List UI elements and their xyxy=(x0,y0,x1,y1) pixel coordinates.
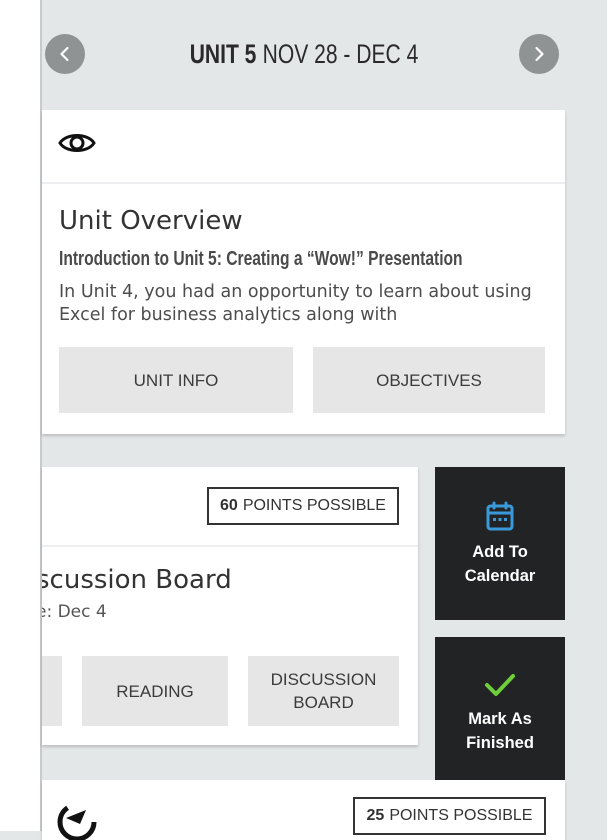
mark-as-finished-button[interactable]: Mark As Finished xyxy=(435,637,565,789)
card-divider xyxy=(42,545,418,547)
add-to-calendar-button[interactable]: Add To Calendar xyxy=(435,467,565,620)
reading-button[interactable]: READING xyxy=(82,656,228,726)
activity-icon xyxy=(57,802,97,840)
discussion-board-button[interactable]: DISCUSSION BOARD xyxy=(248,656,399,726)
points-label: POINTS POSSIBLE xyxy=(242,497,386,514)
next-activity-card: 25 POINTS POSSIBLE xyxy=(42,780,565,840)
unit-header: UNIT 5 NOV 28 - DEC 4 xyxy=(184,34,424,74)
points-value: 25 xyxy=(366,807,385,824)
overflow-button[interactable] xyxy=(42,656,62,726)
objectives-button[interactable]: OBJECTIVES xyxy=(313,347,545,413)
calendar-icon xyxy=(486,501,514,530)
eye-icon xyxy=(58,134,96,152)
mark-as-finished-label: Mark As Finished xyxy=(466,710,534,752)
points-badge: 60 POINTS POSSIBLE xyxy=(207,487,399,525)
discussion-board-card: 60 POINTS POSSIBLE scussion Board e: Dec… xyxy=(42,467,418,745)
overview-description: In Unit 4, you had an opportunity to lea… xyxy=(59,282,532,325)
chevron-right-icon xyxy=(535,46,544,62)
add-to-calendar-label: Add To Calendar xyxy=(464,542,536,585)
points-value: 60 xyxy=(220,497,238,514)
overview-subtitle: Introduction to Unit 5: Creating a “Wow!… xyxy=(59,248,463,270)
points-label: POINTS POSSIBLE xyxy=(389,807,533,824)
unit-info-button[interactable]: UNIT INFO xyxy=(59,347,293,413)
chevron-left-icon xyxy=(60,46,69,62)
next-unit-button[interactable] xyxy=(519,34,559,74)
overview-title: Unit Overview xyxy=(59,206,243,236)
left-panel-edge xyxy=(0,0,40,831)
discussion-title: scussion Board xyxy=(42,565,232,595)
due-date: e: Dec 4 xyxy=(42,602,107,622)
card-divider xyxy=(42,182,565,184)
unit-date-range: NOV 28 - DEC 4 xyxy=(262,38,419,69)
checkmark-icon xyxy=(485,674,515,696)
unit-overview-card: Unit Overview Introduction to Unit 5: Cr… xyxy=(42,110,565,434)
previous-unit-button[interactable] xyxy=(45,34,85,74)
unit-label: UNIT 5 xyxy=(189,38,257,69)
points-badge: 25 POINTS POSSIBLE xyxy=(353,797,546,835)
